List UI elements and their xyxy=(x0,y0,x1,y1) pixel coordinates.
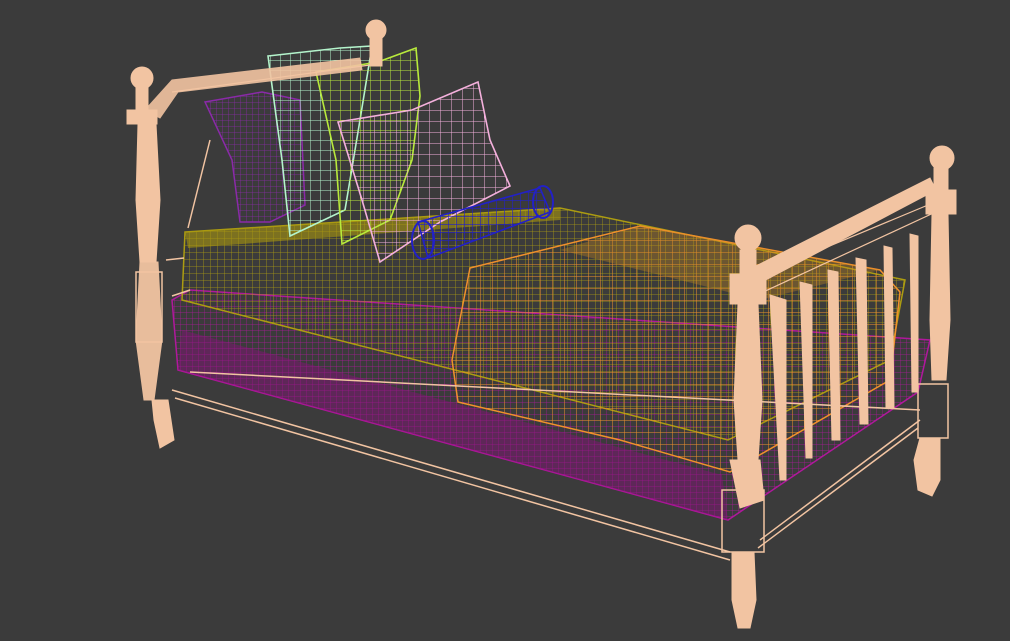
wireframe-scene xyxy=(126,19,957,629)
head-post-left xyxy=(126,66,175,449)
3d-viewport[interactable] xyxy=(0,0,1010,641)
